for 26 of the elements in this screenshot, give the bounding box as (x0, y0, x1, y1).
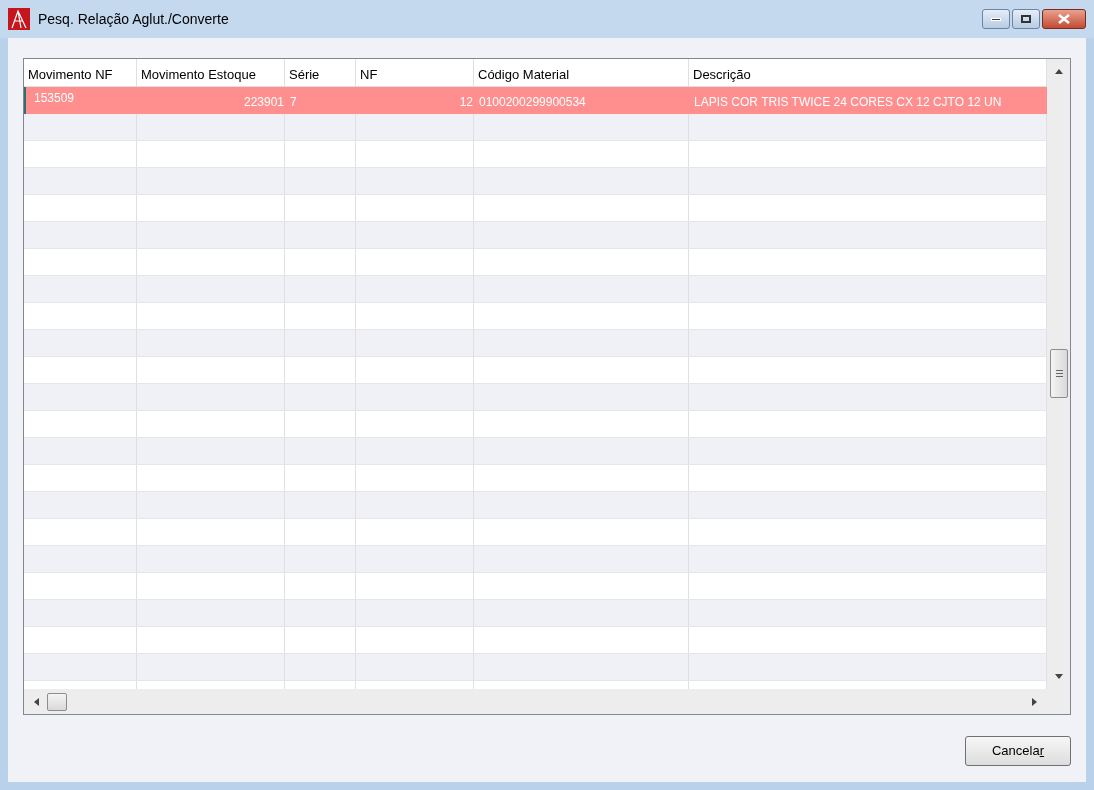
app-logo-icon (8, 8, 30, 30)
column-header[interactable]: NF (356, 59, 474, 86)
scroll-right-icon[interactable] (1032, 697, 1037, 706)
table-cell-text: 153509 (33, 90, 76, 107)
scroll-thumb[interactable] (47, 692, 67, 711)
scroll-up-icon[interactable] (1054, 69, 1063, 74)
table-cell-text: 223901 (242, 94, 285, 111)
table-cell-text: 7 (289, 94, 298, 111)
scroll-thumb[interactable] (1050, 349, 1068, 398)
horizontal-scrollbar[interactable] (24, 689, 1047, 714)
table-cell-text: 0100200299900534 (478, 94, 587, 111)
minimize-button[interactable] (982, 9, 1010, 29)
table-cell-text: 12 (458, 94, 474, 111)
scroll-left-icon[interactable] (34, 697, 39, 706)
table-cell-text: LAPIS COR TRIS TWICE 24 CORES CX 12 CJTO 12 UN (693, 94, 1003, 111)
column-header[interactable]: Movimento Estoque (137, 59, 285, 86)
column-header[interactable]: Movimento NF (24, 59, 137, 86)
scroll-down-icon[interactable] (1054, 674, 1063, 679)
maximize-button[interactable] (1012, 9, 1040, 29)
close-button[interactable] (1042, 9, 1086, 29)
column-header[interactable]: Código Material (474, 59, 689, 86)
cancel-button[interactable]: Cancelar (965, 736, 1071, 766)
column-header[interactable]: Série (285, 59, 356, 86)
vertical-scrollbar[interactable] (1047, 59, 1070, 689)
window-title: Pesq. Relação Aglut./Converte (38, 9, 229, 29)
close-icon (1058, 14, 1070, 24)
